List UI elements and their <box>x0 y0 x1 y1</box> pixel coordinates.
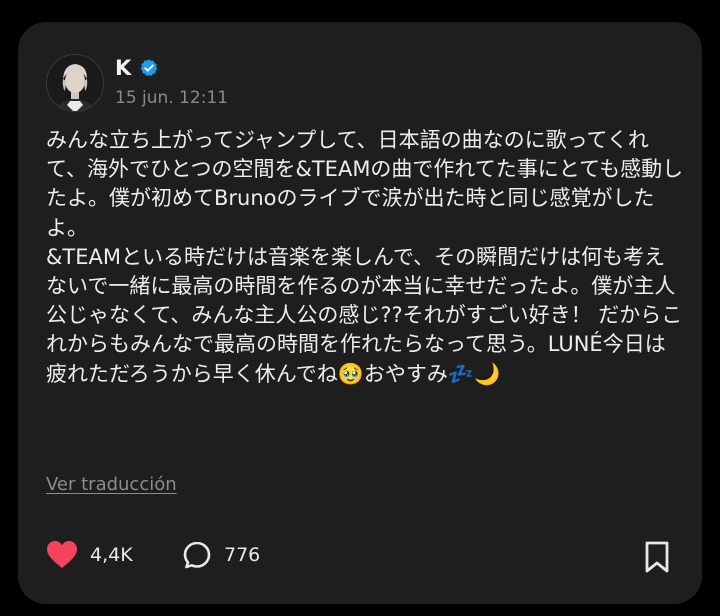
reply-bubble-icon <box>183 541 211 569</box>
avatar[interactable] <box>46 54 104 112</box>
post-card: K 15 jun. 12:11 みんな立ち上がってジャンプして、日本語の曲なのに… <box>18 22 702 604</box>
see-translation-link[interactable]: Ver traducción <box>46 474 177 495</box>
bookmark-button[interactable] <box>642 540 672 574</box>
like-count: 4,4K <box>90 544 133 566</box>
author-row: K <box>115 56 159 80</box>
post-text: みんな立ち上がってジャンプして、日本語の曲なのに歌ってくれて、海外でひとつの空間… <box>46 128 684 386</box>
heart-icon <box>47 541 77 568</box>
verified-badge-icon <box>140 59 158 76</box>
avatar-portrait-icon <box>47 55 103 111</box>
reply-button[interactable]: 776 <box>182 540 260 570</box>
like-button[interactable]: 4,4K <box>46 540 133 570</box>
post-timestamp: 15 jun. 12:11 <box>115 88 229 108</box>
action-bar: 4,4K 776 <box>46 540 672 576</box>
reply-count: 776 <box>224 544 261 566</box>
bookmark-icon <box>645 541 669 573</box>
author-name[interactable]: K <box>115 56 131 80</box>
